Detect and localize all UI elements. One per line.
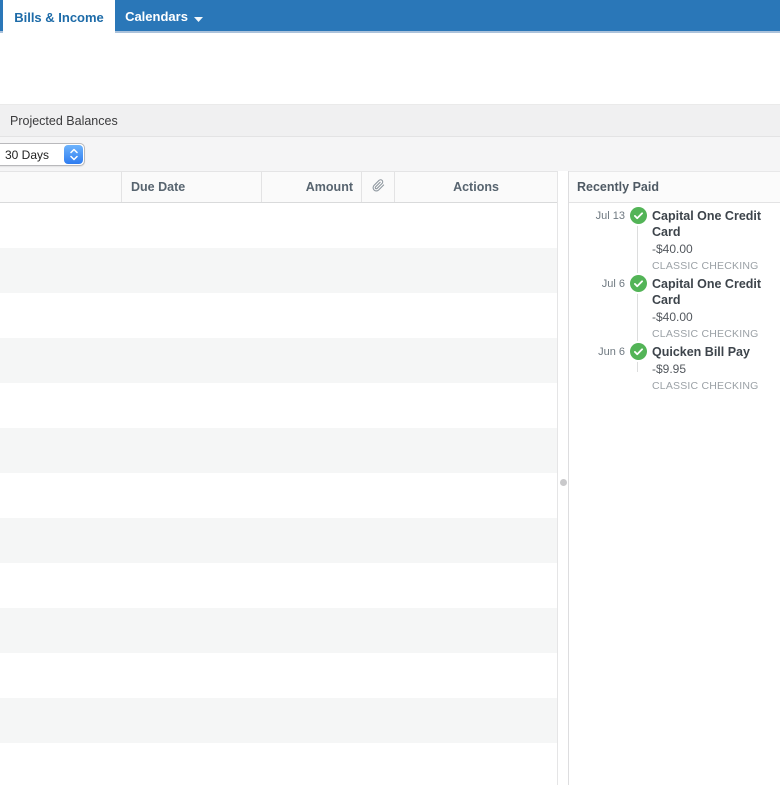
green-check-icon	[629, 343, 647, 360]
splitter-handle-dot	[560, 479, 567, 486]
entry-account: CLASSIC CHECKING	[652, 328, 759, 340]
entry-amount: -$9.95	[652, 362, 687, 376]
entry-amount: -$40.00	[652, 242, 693, 256]
top-tab-bar: Calendars	[0, 0, 780, 33]
entry-date: Jul 6	[601, 278, 625, 290]
entry-amount: -$40.00	[652, 310, 693, 324]
select-stepper-icon	[64, 145, 83, 164]
entry-date: Jun 6	[598, 346, 625, 358]
entry-payee: Capital One Credit Card	[652, 277, 762, 307]
projected-balances-header[interactable]: Projected Balances	[0, 104, 780, 137]
main-area: Due Date Amount Actions Recently Paid Ju…	[0, 171, 780, 785]
green-check-icon	[629, 207, 647, 224]
bills-table-pane: Due Date Amount Actions	[0, 171, 558, 785]
tab-calendars-label: Calendars	[125, 9, 188, 24]
bills-table-body	[0, 203, 557, 785]
recently-paid-pane: Recently Paid Jul 13 Capital One Credit …	[568, 171, 780, 785]
recently-paid-title: Recently Paid	[577, 180, 659, 194]
recently-paid-entry[interactable]: Jul 6 Capital One Credit Card -$40.00 CL…	[569, 275, 780, 343]
chevron-down-icon	[193, 10, 203, 25]
recently-paid-entry[interactable]: Jul 13 Capital One Credit Card -$40.00 C…	[569, 207, 780, 275]
recently-paid-header: Recently Paid	[569, 171, 780, 203]
entry-account: CLASSIC CHECKING	[652, 380, 759, 392]
column-header-amount[interactable]: Amount	[262, 172, 362, 202]
pane-splitter[interactable]	[558, 171, 568, 785]
bills-toolbar: 30 Days	[0, 137, 780, 171]
range-select[interactable]: 30 Days	[0, 143, 85, 166]
bills-table-header: Due Date Amount Actions	[0, 171, 557, 203]
entry-date: Jul 13	[595, 210, 625, 222]
entry-payee: Capital One Credit Card	[652, 209, 762, 239]
column-header-actions[interactable]: Actions	[395, 172, 557, 202]
paperclip-icon	[372, 179, 385, 195]
recently-paid-list: Jul 13 Capital One Credit Card -$40.00 C…	[569, 203, 780, 785]
projected-balances-title: Projected Balances	[10, 113, 118, 128]
entry-account: CLASSIC CHECKING	[652, 260, 759, 272]
column-header-due-date[interactable]: Due Date	[122, 172, 262, 202]
app-window: Calendars Bills & Income Projected Balan…	[0, 0, 780, 785]
green-check-icon	[629, 275, 647, 292]
entry-payee: Quicken Bill Pay	[652, 345, 750, 359]
tab-bills-and-income-label: Bills & Income	[14, 10, 104, 25]
tab-calendars[interactable]: Calendars	[118, 0, 210, 33]
tab-bills-and-income[interactable]: Bills & Income	[3, 0, 115, 35]
column-header-attachment[interactable]	[362, 172, 395, 202]
recently-paid-entry[interactable]: Jun 6 Quicken Bill Pay -$9.95 CLASSIC CH…	[569, 343, 780, 400]
column-header-name[interactable]	[0, 172, 122, 202]
